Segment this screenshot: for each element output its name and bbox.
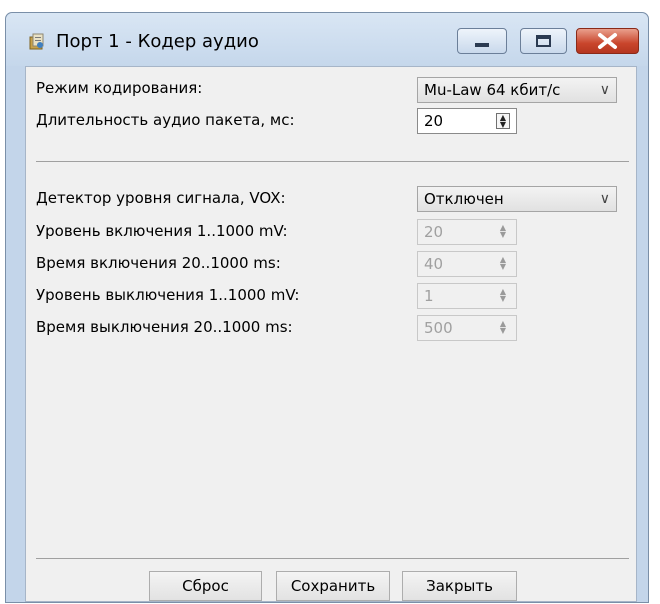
dialog-content: Режим кодирования: Mu-Law 64 кбит/с ∨ Дл… xyxy=(25,66,637,602)
spinner-arrows-icon: ▲ ▼ xyxy=(499,223,507,239)
separator-bottom xyxy=(36,558,629,559)
encoding-mode-label: Режим кодирования: xyxy=(36,79,203,97)
off-level-spinner: 1 ▲ ▼ xyxy=(417,283,517,309)
maximize-icon xyxy=(536,35,551,47)
packet-duration-value: 20 xyxy=(424,112,444,130)
vox-detector-label: Детектор уровня сигнала, VOX: xyxy=(36,189,286,207)
on-time-value: 40 xyxy=(424,255,444,273)
separator-top xyxy=(36,161,629,162)
off-time-spinner: 500 ▲ ▼ xyxy=(417,315,517,341)
packet-duration-label: Длительность аудио пакета, мс: xyxy=(36,111,295,129)
maximize-button[interactable] xyxy=(520,28,567,54)
encoding-mode-select[interactable]: Mu-Law 64 кбит/с ∨ xyxy=(417,77,617,103)
minimize-icon xyxy=(475,43,489,47)
off-level-label: Уровень выключения 1..1000 mV: xyxy=(36,286,300,304)
window-title: Порт 1 - Кодер аудио xyxy=(56,31,259,52)
packet-duration-spinner[interactable]: 20 ▲ ▼ xyxy=(417,108,517,134)
chevron-down-icon: ∨ xyxy=(599,82,610,98)
close-icon xyxy=(598,33,617,49)
spinner-arrows-icon[interactable]: ▲ ▼ xyxy=(496,113,510,129)
chevron-down-icon: ∨ xyxy=(599,191,610,207)
close-button[interactable]: Закрыть xyxy=(402,571,517,601)
on-level-value: 20 xyxy=(424,223,444,241)
off-time-value: 500 xyxy=(424,319,453,337)
encoding-mode-value: Mu-Law 64 кбит/с xyxy=(424,81,561,99)
spinner-arrows-icon: ▲ ▼ xyxy=(499,255,507,271)
spinner-arrows-icon: ▲ ▼ xyxy=(499,319,507,335)
off-time-label: Время выключения 20..1000 ms: xyxy=(36,318,293,336)
dialog-window: Порт 1 - Кодер аудио Режим кодирования: … xyxy=(5,12,649,603)
close-window-button[interactable] xyxy=(576,28,639,54)
spinner-arrows-icon: ▲ ▼ xyxy=(499,287,507,303)
off-level-value: 1 xyxy=(424,287,434,305)
reset-button[interactable]: Сброс xyxy=(149,571,262,601)
app-document-icon xyxy=(29,33,44,50)
vox-detector-value: Отключен xyxy=(424,190,504,208)
on-level-spinner: 20 ▲ ▼ xyxy=(417,219,517,245)
minimize-button[interactable] xyxy=(457,28,507,54)
on-time-spinner: 40 ▲ ▼ xyxy=(417,251,517,277)
save-button[interactable]: Сохранить xyxy=(276,571,390,601)
on-time-label: Время включения 20..1000 ms: xyxy=(36,254,281,272)
vox-detector-select[interactable]: Отключен ∨ xyxy=(417,186,617,212)
on-level-label: Уровень включения 1..1000 mV: xyxy=(36,222,288,240)
title-bar[interactable]: Порт 1 - Кодер аудио xyxy=(6,13,648,66)
